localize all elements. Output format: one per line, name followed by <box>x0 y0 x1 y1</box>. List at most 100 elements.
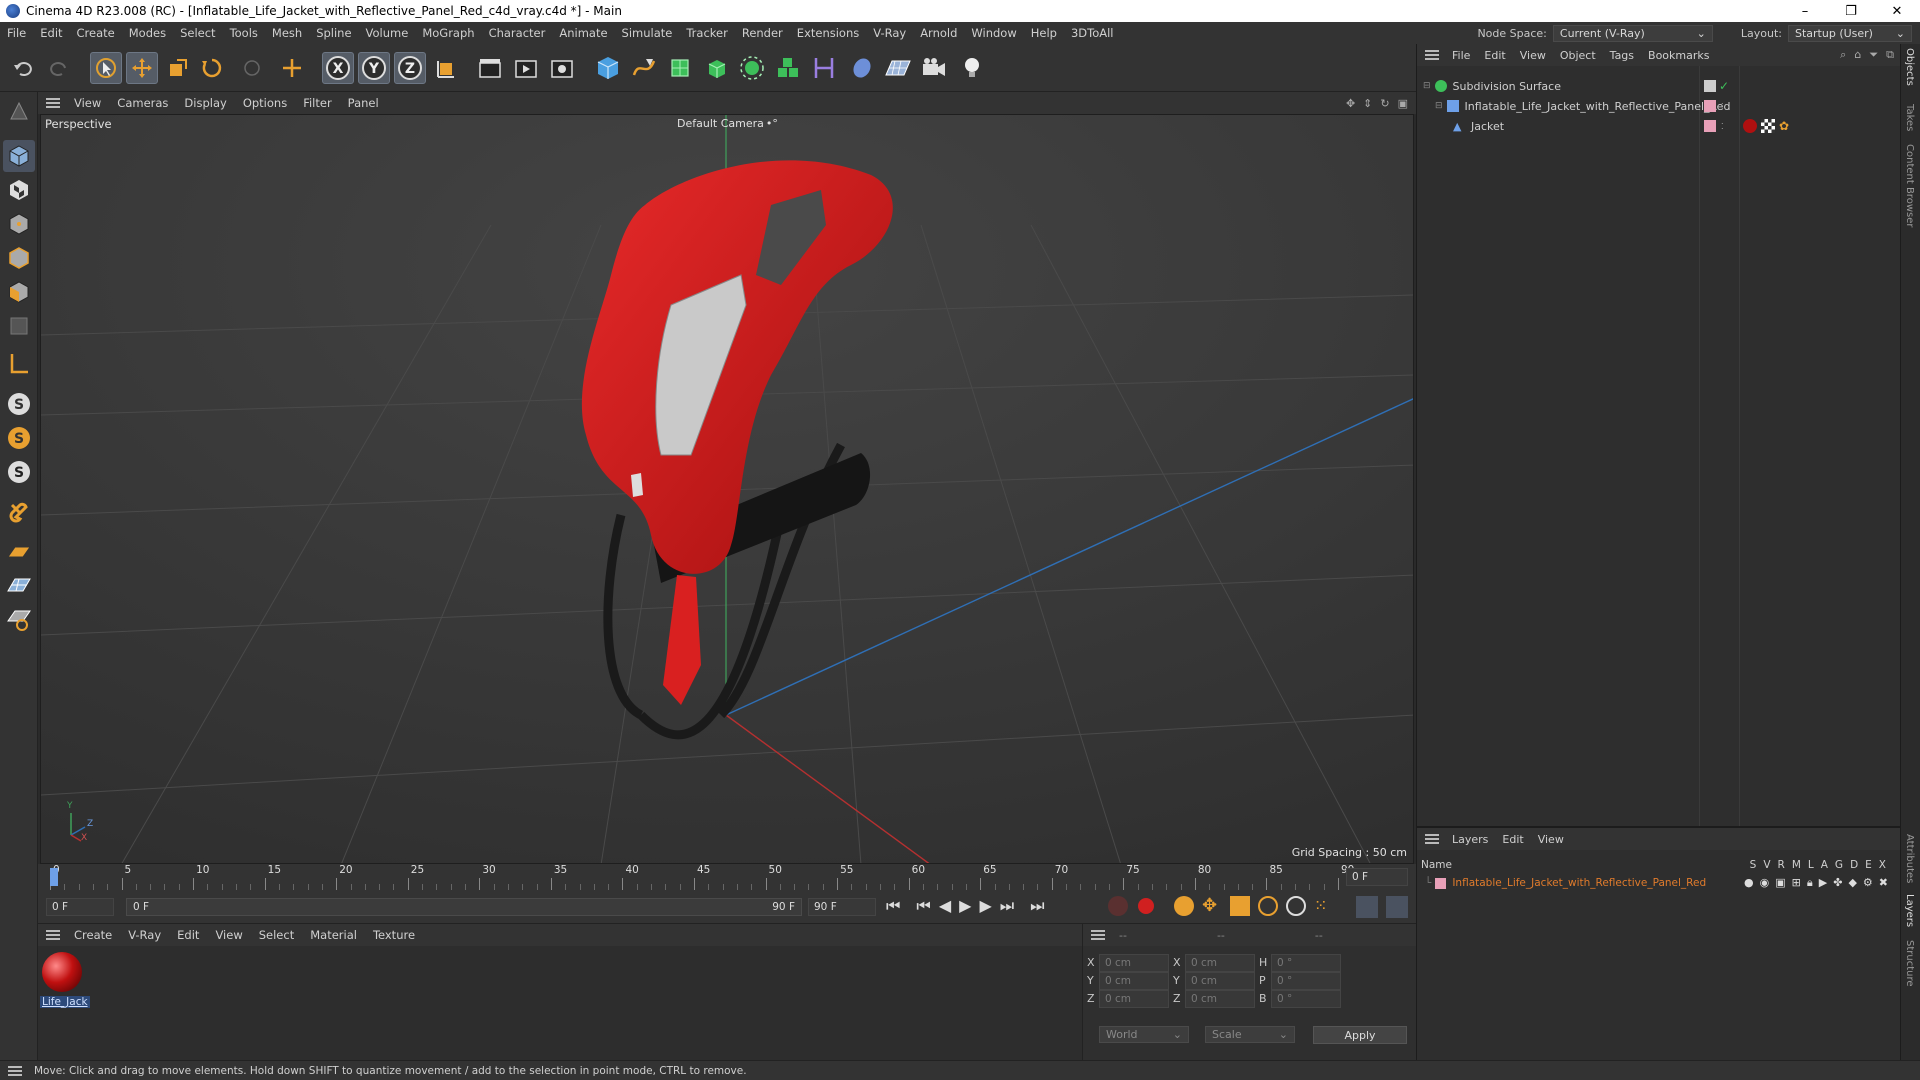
solo-toggle-icon[interactable]: ● <box>1744 876 1754 890</box>
viewport-menu-cameras[interactable]: Cameras <box>109 96 176 110</box>
layer-row[interactable]: └ Inflatable_Life_Jacket_with_Reflective… <box>1417 874 1900 892</box>
collapse-toggle-icon[interactable]: ⊟ <box>1423 81 1431 91</box>
frame-range-slider[interactable]: 0 F 90 F <box>126 898 802 916</box>
camera-label[interactable]: Default Camera •° <box>677 117 778 130</box>
menu-help[interactable]: Help <box>1024 26 1064 40</box>
view-eye-icon[interactable]: ◉ <box>1760 876 1770 890</box>
edges-mode-button[interactable] <box>3 242 35 274</box>
filter-icon[interactable]: ⏷ <box>1869 48 1878 62</box>
light-button[interactable] <box>956 52 988 84</box>
key-parameter-icon[interactable] <box>1286 896 1306 916</box>
live-selection-button[interactable] <box>236 52 268 84</box>
material-menu-view[interactable]: View <box>207 928 250 942</box>
objects-menu-file[interactable]: File <box>1445 49 1477 62</box>
texture-tag-icon[interactable] <box>1761 119 1775 133</box>
x-axis-lock-button[interactable]: X <box>322 52 354 84</box>
coordinate-value-field[interactable]: 0 cm <box>1099 990 1169 1008</box>
motion-record-icon[interactable] <box>1356 896 1378 918</box>
collapse-toggle-icon[interactable]: ⊟ <box>1435 101 1443 111</box>
texture-mode-button[interactable] <box>3 174 35 206</box>
menu-character[interactable]: Character <box>482 26 553 40</box>
model-mode-button[interactable] <box>3 140 35 172</box>
material-menu-vray[interactable]: V-Ray <box>120 928 169 942</box>
keyframe-selection-icon[interactable] <box>1174 896 1194 916</box>
locked-workplane-button[interactable] <box>3 604 35 636</box>
previous-frame-icon[interactable]: ◀ <box>939 896 951 916</box>
coordinate-value-field[interactable]: 0 cm <box>1099 954 1169 972</box>
menu-select[interactable]: Select <box>173 26 222 40</box>
coordinate-value-field[interactable]: 0 ° <box>1271 990 1341 1008</box>
y-axis-lock-button[interactable]: Y <box>358 52 390 84</box>
objects-menu-view[interactable]: View <box>1513 49 1553 62</box>
viewport-menu-display[interactable]: Display <box>176 96 234 110</box>
scale-tool-button[interactable] <box>162 52 194 84</box>
xref-toggle-icon[interactable]: ✖ <box>1879 876 1888 890</box>
new-window-icon[interactable]: ⧉ <box>1886 48 1894 62</box>
timeline-ruler[interactable]: 051015202530354045505560657075808590 0 F <box>38 864 1416 890</box>
undo-button[interactable] <box>8 52 40 84</box>
menu-animate[interactable]: Animate <box>552 26 614 40</box>
make-editable-button[interactable] <box>3 96 35 128</box>
layers-menu-edit[interactable]: Edit <box>1495 833 1530 846</box>
maximize-button[interactable]: ❐ <box>1828 0 1874 22</box>
deformer-button[interactable] <box>808 52 840 84</box>
generators-toggle-icon[interactable]: ✤ <box>1833 876 1842 890</box>
previous-key-icon[interactable]: ⏮ <box>916 896 930 916</box>
uv-mode-button[interactable] <box>3 310 35 342</box>
visibility-dots-icon[interactable]: ⁚ <box>1721 122 1724 131</box>
key-pla-icon[interactable]: ⁙ <box>1314 896 1334 916</box>
coordinate-value-field[interactable]: 0 cm <box>1185 990 1255 1008</box>
polygons-mode-button[interactable] <box>3 276 35 308</box>
coordinate-value-field[interactable]: 0 cm <box>1099 972 1169 990</box>
timeline-window-icon[interactable] <box>1386 896 1408 918</box>
menu-mograph[interactable]: MoGraph <box>415 26 481 40</box>
end-frame-field[interactable]: 90 F <box>808 898 876 916</box>
coords-hamburger-icon[interactable] <box>1091 930 1105 940</box>
objects-menu-tags[interactable]: Tags <box>1603 49 1641 62</box>
menu-window[interactable]: Window <box>964 26 1023 40</box>
redo-button[interactable] <box>42 52 74 84</box>
current-frame-field[interactable]: 0 F <box>1346 868 1408 886</box>
menu-tools[interactable]: Tools <box>223 26 265 40</box>
tab-content-browser[interactable]: Content Browser <box>1904 144 1915 227</box>
objects-menu-bookmarks[interactable]: Bookmarks <box>1641 49 1716 62</box>
rotate-tool-button[interactable] <box>196 52 228 84</box>
object-row-subdivision-surface[interactable]: ⊟ Subdivision Surface ✓ <box>1417 76 1901 96</box>
menu-volume[interactable]: Volume <box>359 26 416 40</box>
menu-simulate[interactable]: Simulate <box>615 26 680 40</box>
menu-spline[interactable]: Spline <box>309 26 358 40</box>
animation-toggle-icon[interactable]: ▶ <box>1819 876 1827 890</box>
floor-button[interactable] <box>882 52 914 84</box>
menu-3dtoall[interactable]: 3DToAll <box>1064 26 1121 40</box>
menu-render[interactable]: Render <box>735 26 790 40</box>
magnet-button[interactable] <box>3 496 35 528</box>
spline-pen-button[interactable] <box>628 52 660 84</box>
menu-file[interactable]: File <box>0 26 33 40</box>
points-mode-button[interactable] <box>3 208 35 240</box>
material-hamburger-icon[interactable] <box>46 930 60 940</box>
material-tag-icon[interactable] <box>1743 119 1757 133</box>
layers-hamburger-icon[interactable] <box>1425 834 1439 844</box>
menu-arnold[interactable]: Arnold <box>913 26 964 40</box>
key-position-icon[interactable]: ✥ <box>1202 896 1222 916</box>
deformers-toggle-icon[interactable]: ◆ <box>1848 876 1856 890</box>
material-menu-edit[interactable]: Edit <box>169 928 207 942</box>
subdivision-surface-button[interactable] <box>664 52 696 84</box>
coordinate-value-field[interactable]: 0 ° <box>1271 954 1341 972</box>
coordinate-system-button[interactable] <box>430 52 462 84</box>
toggle-layout-icon[interactable]: ▣ <box>1398 97 1408 110</box>
field-button[interactable] <box>846 52 878 84</box>
viewport-menu-filter[interactable]: Filter <box>295 96 339 110</box>
lock-icon[interactable]: 🔒︎ <box>1807 876 1813 890</box>
layers-menu-layers[interactable]: Layers <box>1445 833 1495 846</box>
node-space-dropdown[interactable]: Current (V-Ray) ⌄ <box>1552 24 1713 42</box>
coordinate-value-field[interactable]: 0 ° <box>1271 972 1341 990</box>
layers-menu-view[interactable]: View <box>1531 833 1571 846</box>
vray-tag-icon[interactable]: ✿ <box>1779 119 1789 133</box>
key-scale-icon[interactable] <box>1230 896 1250 916</box>
menu-create[interactable]: Create <box>70 26 122 40</box>
render-to-picture-viewer-button[interactable] <box>510 52 542 84</box>
pan-view-icon[interactable]: ✥ <box>1346 97 1355 110</box>
selection-tool-button[interactable] <box>90 52 122 84</box>
status-hamburger-icon[interactable] <box>8 1065 22 1076</box>
